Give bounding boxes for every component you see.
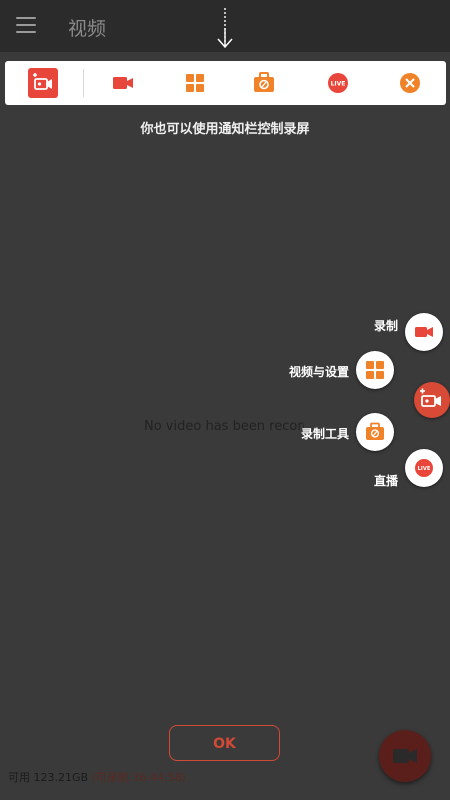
fab-label-record[interactable]: 录制: [374, 317, 398, 334]
video-camera-add-icon[interactable]: [28, 68, 58, 98]
toolbox-icon[interactable]: [250, 69, 278, 97]
live-icon-text: LIVE: [331, 81, 346, 88]
fab-label-live[interactable]: 直播: [374, 472, 398, 489]
down-arrow-icon: [217, 8, 233, 49]
video-camera-icon[interactable]: [109, 69, 137, 97]
fab-record-tools-button[interactable]: [356, 413, 394, 451]
video-camera-icon: [415, 327, 433, 337]
empty-state-text: No video has been recorded: [144, 419, 304, 434]
storage-recordable-time: (可录制 36:44:58): [91, 771, 187, 784]
close-icon[interactable]: [396, 69, 424, 97]
fab-record-button[interactable]: [405, 313, 443, 351]
toolbar-divider: [83, 69, 84, 97]
grid-icon[interactable]: [181, 69, 209, 97]
grid-icon: [366, 361, 384, 379]
record-fab-button[interactable]: [379, 730, 431, 782]
video-camera-icon: [393, 749, 417, 763]
page-title: 视频: [68, 18, 107, 40]
fab-main-button[interactable]: [414, 382, 450, 418]
storage-available: 可用 123.21GB: [8, 771, 89, 784]
storage-info: 可用 123.21GB (可录制 36:44:58): [8, 769, 186, 785]
toolbox-icon: [366, 422, 384, 440]
fab-label-video-settings[interactable]: 视频与设置: [289, 363, 349, 380]
notification-toolbar: LIVE: [5, 61, 446, 105]
live-icon-text: LIVE: [418, 466, 431, 472]
fab-live-button[interactable]: LIVE: [405, 449, 443, 487]
live-icon: LIVE: [415, 459, 433, 477]
fab-video-settings-button[interactable]: [356, 351, 394, 389]
video-camera-add-icon: [420, 388, 441, 407]
notification-hint-text: 你也可以使用通知栏控制录屏: [140, 122, 310, 137]
ok-button[interactable]: OK: [169, 725, 280, 761]
live-icon[interactable]: LIVE: [324, 69, 352, 97]
hamburger-icon[interactable]: [16, 17, 36, 33]
fab-label-record-tools[interactable]: 录制工具: [301, 425, 349, 442]
